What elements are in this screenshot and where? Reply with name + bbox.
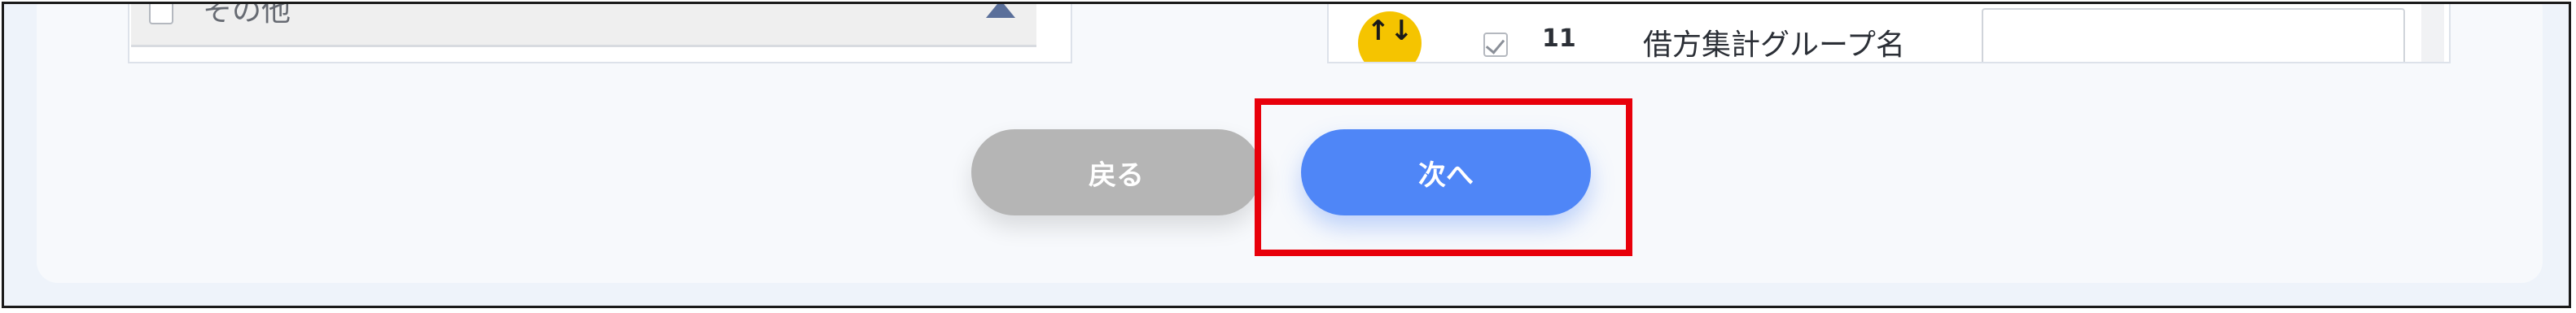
check-icon: [1485, 34, 1505, 54]
scroll-up-arrow-icon[interactable]: [986, 4, 1015, 18]
screenshot-frame: その他 ↑↓ 11 借方集計グループ名 戻る 次へ: [2, 2, 2571, 308]
row-checkbox[interactable]: [1483, 33, 1508, 57]
list-item[interactable]: その他: [131, 2, 1036, 47]
back-button[interactable]: 戻る: [971, 129, 1261, 215]
row-number: 11: [1542, 24, 1576, 53]
group-name-input[interactable]: [1982, 8, 2405, 62]
sort-icon[interactable]: ↑↓: [1358, 11, 1422, 62]
list-item-label: その他: [203, 2, 291, 28]
item-checkbox[interactable]: [149, 4, 173, 24]
next-button[interactable]: 次へ: [1301, 129, 1591, 215]
scrollbar[interactable]: [2421, 4, 2444, 62]
right-list-panel: ↑↓ 11 借方集計グループ名: [1327, 4, 2451, 63]
group-name-label: 借方集計グループ名: [1643, 28, 1905, 62]
left-list-panel: その他: [128, 2, 1072, 63]
